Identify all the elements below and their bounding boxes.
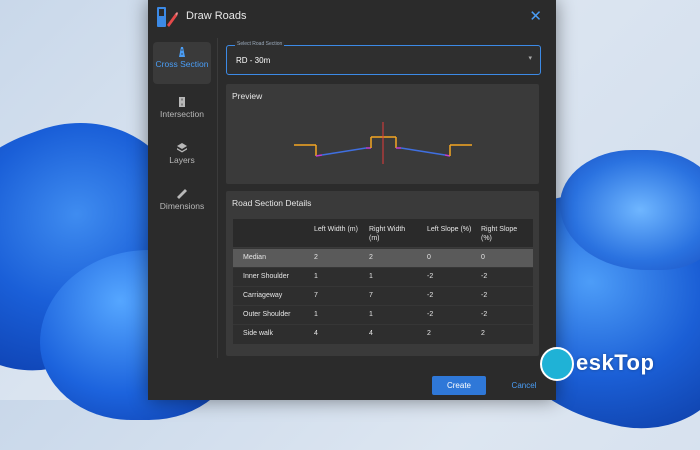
column-header: Left Slope (%): [427, 226, 472, 233]
watermark-text: eskTop: [576, 350, 655, 375]
table-cell: Carriageway: [243, 292, 283, 299]
select-value: RD - 30m: [236, 56, 271, 65]
watermark-logo-icon: [540, 347, 574, 381]
table-header: Left Width (m) Right Width (m) Left Slop…: [233, 219, 533, 247]
table-cell: Inner Shoulder: [243, 273, 289, 280]
title-bar: Draw Roads ✕: [148, 0, 556, 34]
column-header: Left Width (m): [314, 226, 358, 233]
table-cell: -2: [481, 292, 488, 299]
sidebar-divider: [217, 38, 218, 358]
sidebar: Cross Section Intersection Layers Dimens…: [148, 38, 218, 358]
table-row[interactable]: Outer Shoulder 1 1 -2 -2: [233, 305, 533, 325]
column-header: Right Width (m): [369, 226, 406, 242]
table-cell: -2: [427, 273, 434, 280]
preview-carriageway-left: [321, 147, 367, 156]
table-cell: 2: [481, 330, 485, 337]
table-cell: 2: [427, 330, 431, 337]
create-button[interactable]: Create: [432, 376, 486, 395]
sidebar-item-label: Layers: [169, 155, 195, 165]
table-cell: -2: [481, 273, 488, 280]
table-cell: 7: [314, 292, 318, 299]
sidebar-item-cross-section[interactable]: Cross Section: [153, 42, 211, 84]
road-icon: [179, 47, 185, 57]
sidebar-item-layers[interactable]: Layers: [153, 138, 211, 180]
table-cell: 1: [314, 273, 318, 280]
intersection-icon: [179, 97, 185, 107]
table-cell: -2: [481, 311, 488, 318]
road-section-details-panel: Road Section Details Left Width (m) Righ…: [226, 191, 539, 356]
table-cell: 2: [314, 254, 318, 261]
draw-roads-dialog: Draw Roads ✕ Cross Section Intersection: [148, 0, 556, 400]
table-cell: 0: [427, 254, 431, 261]
layers-icon: [177, 143, 187, 153]
ruler-icon: [177, 189, 187, 199]
preview-carriageway-right: [400, 147, 446, 156]
cancel-button[interactable]: Cancel: [504, 376, 544, 395]
sidebar-item-label: Cross Section: [155, 59, 209, 69]
sidebar-item-label: Dimensions: [159, 201, 205, 211]
table-row[interactable]: Carriageway 7 7 -2 -2: [233, 286, 533, 306]
table-cell: 2: [369, 254, 373, 261]
preview-shoulder-left: [315, 154, 323, 157]
cross-section-preview: [294, 122, 472, 164]
table-cell: 0: [481, 254, 485, 261]
sidebar-item-intersection[interactable]: Intersection: [153, 92, 211, 134]
road-section-select[interactable]: Select Road Section RD - 30m ▾: [226, 41, 541, 75]
table-cell: 1: [369, 273, 373, 280]
chevron-down-icon: ▾: [528, 55, 532, 62]
table-row[interactable]: Side walk 4 4 2 2: [233, 324, 533, 344]
watermark: eskTop: [540, 346, 700, 382]
table-cell: Side walk: [243, 330, 273, 337]
details-title: Road Section Details: [232, 198, 312, 208]
table-cell: 4: [314, 330, 318, 337]
select-caption: Select Road Section: [235, 41, 285, 47]
table-cell: Outer Shoulder: [243, 311, 291, 318]
table-cell: Median: [243, 254, 266, 261]
table-cell: -2: [427, 292, 434, 299]
table-cell: -2: [427, 311, 434, 318]
table-cell: 1: [369, 311, 373, 318]
window-title: Draw Roads: [186, 10, 247, 22]
column-header: Right Slope (%): [481, 226, 518, 242]
sidebar-item-dimensions[interactable]: Dimensions: [153, 184, 211, 226]
sidebar-item-label: Intersection: [160, 109, 204, 119]
close-icon[interactable]: ✕: [529, 7, 542, 25]
table-cell: 4: [369, 330, 373, 337]
table-cell: 1: [314, 311, 318, 318]
app-logo-icon: [157, 7, 178, 27]
table-row[interactable]: Inner Shoulder 1 1 -2 -2: [233, 267, 533, 287]
table-row[interactable]: Median 2 2 0 0: [233, 248, 533, 268]
preview-panel: Preview: [226, 84, 539, 184]
table-cell: 7: [369, 292, 373, 299]
